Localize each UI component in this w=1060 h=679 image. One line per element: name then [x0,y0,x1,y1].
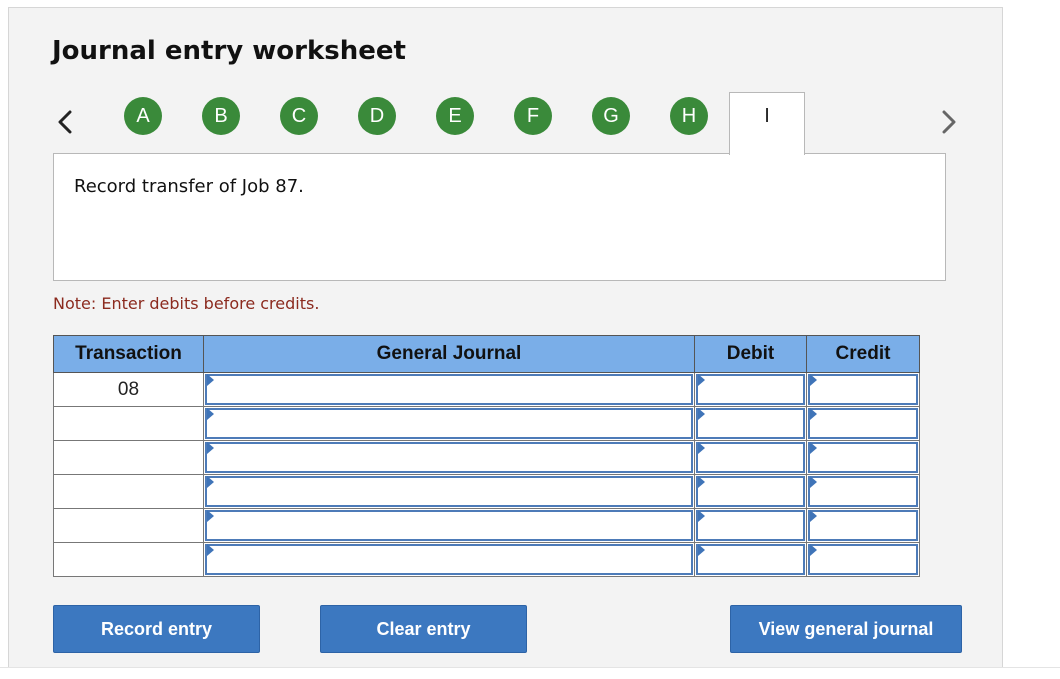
debit-cell [694,406,807,441]
table-row [53,508,920,543]
note-text: Note: Enter debits before credits. [53,294,320,313]
credit-input[interactable] [808,408,918,439]
step-i-tab-active[interactable]: I [729,92,805,155]
credit-cell [806,508,920,543]
view-general-journal-button[interactable]: View general journal [730,605,962,653]
account-cell [203,372,695,407]
header-general-journal: General Journal [203,335,695,373]
account-input[interactable] [205,442,693,473]
record-entry-button[interactable]: Record entry [53,605,260,653]
credit-cell [806,440,920,475]
account-input[interactable] [205,476,693,507]
credit-input[interactable] [808,374,918,405]
credit-input[interactable] [808,476,918,507]
debit-input[interactable] [696,476,805,507]
account-input[interactable] [205,374,693,405]
account-input[interactable] [205,510,693,541]
step-a-button[interactable]: A [124,97,162,135]
debit-cell [694,508,807,543]
step-b-button[interactable]: B [202,97,240,135]
credit-cell [806,474,920,509]
account-cell [203,406,695,441]
account-cell [203,474,695,509]
table-row [53,406,920,441]
chevron-left-icon[interactable] [53,106,77,138]
table-row: 08 [53,372,920,407]
debit-cell [694,542,807,577]
account-cell [203,542,695,577]
journal-header-row: Transaction General Journal Debit Credit [53,335,920,373]
question-box: Record transfer of Job 87. [53,153,946,281]
header-debit: Debit [694,335,807,373]
header-transaction: Transaction [53,335,204,373]
debit-input[interactable] [696,408,805,439]
account-cell [203,508,695,543]
account-cell [203,440,695,475]
page-title: Journal entry worksheet [52,36,406,66]
question-text: Record transfer of Job 87. [74,176,304,197]
account-input[interactable] [205,408,693,439]
credit-cell [806,542,920,577]
step-h-button[interactable]: H [670,97,708,135]
account-input[interactable] [205,544,693,575]
table-row [53,474,920,509]
credit-input[interactable] [808,544,918,575]
debit-cell [694,440,807,475]
step-c-button[interactable]: C [280,97,318,135]
step-f-button[interactable]: F [514,97,552,135]
header-credit: Credit [806,335,920,373]
chevron-right-icon[interactable] [937,106,961,138]
transaction-cell [53,440,204,475]
transaction-cell [53,542,204,577]
step-g-button[interactable]: G [592,97,630,135]
debit-cell [694,474,807,509]
table-row [53,440,920,475]
transaction-cell [53,474,204,509]
transaction-cell [53,406,204,441]
table-row [53,542,920,577]
debit-input[interactable] [696,442,805,473]
transaction-cell [53,508,204,543]
debit-input[interactable] [696,374,805,405]
debit-cell [694,372,807,407]
journal-worksheet-panel: Journal entry worksheet A B C D E F G H … [8,7,1003,667]
debit-input[interactable] [696,510,805,541]
step-d-button[interactable]: D [358,97,396,135]
page-divider [0,667,1060,668]
credit-cell [806,406,920,441]
journal-table: Transaction General Journal Debit Credit… [53,335,920,577]
credit-cell [806,372,920,407]
step-e-button[interactable]: E [436,97,474,135]
clear-entry-button[interactable]: Clear entry [320,605,527,653]
credit-input[interactable] [808,510,918,541]
credit-input[interactable] [808,442,918,473]
transaction-cell: 08 [53,372,204,407]
debit-input[interactable] [696,544,805,575]
